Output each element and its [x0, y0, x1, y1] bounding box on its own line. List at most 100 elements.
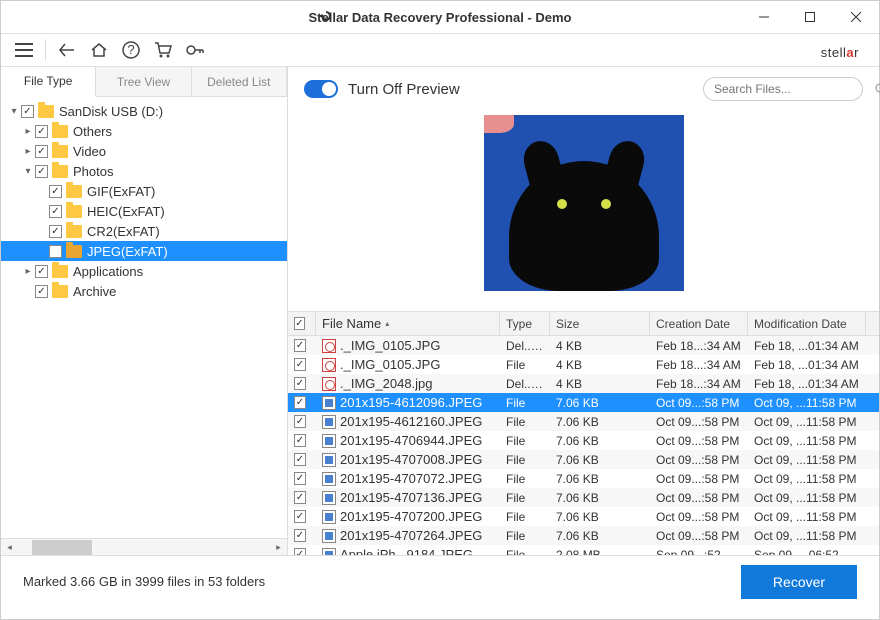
- file-icon: [322, 396, 336, 410]
- row-checkbox[interactable]: ✓: [294, 396, 306, 409]
- col-filename[interactable]: File Name▴: [316, 312, 500, 335]
- chevron-right-icon[interactable]: ▸: [21, 266, 35, 277]
- row-checkbox[interactable]: ✓: [294, 472, 306, 485]
- cell-size: 4 KB: [550, 377, 650, 391]
- cell-modified: Feb 18, ...01:34 AM: [748, 377, 866, 391]
- tree-root[interactable]: ▾✓ SanDisk USB (D:): [1, 101, 287, 121]
- row-checkbox[interactable]: ✓: [294, 510, 306, 523]
- cell-size: 7.06 KB: [550, 510, 650, 524]
- table-row[interactable]: ✓201x195-4706944.JPEGFile7.06 KBOct 09..…: [288, 431, 879, 450]
- cell-type: File: [500, 510, 550, 524]
- tab-deleted-list[interactable]: Deleted List: [192, 67, 287, 96]
- tree-item-jpeg[interactable]: ✓JPEG(ExFAT): [1, 241, 287, 261]
- row-checkbox[interactable]: ✓: [294, 529, 306, 542]
- checkbox[interactable]: ✓: [49, 205, 62, 218]
- menu-button[interactable]: [9, 35, 39, 65]
- chevron-right-icon[interactable]: ▸: [21, 126, 35, 137]
- chevron-down-icon[interactable]: ▾: [21, 166, 35, 177]
- row-checkbox[interactable]: ✓: [294, 377, 306, 390]
- table-row[interactable]: ✓201x195-4612096.JPEGFile7.06 KBOct 09..…: [288, 393, 879, 412]
- checkbox[interactable]: ✓: [49, 225, 62, 238]
- preview-toggle[interactable]: [304, 80, 338, 98]
- file-icon: [322, 377, 336, 391]
- cell-modified: Oct 09, ...11:58 PM: [748, 434, 866, 448]
- row-checkbox[interactable]: ✓: [294, 491, 306, 504]
- select-all-checkbox[interactable]: ✓: [294, 317, 305, 330]
- cell-type: File: [500, 472, 550, 486]
- row-checkbox[interactable]: ✓: [294, 358, 306, 371]
- tree-item-gif[interactable]: ✓GIF(ExFAT): [1, 181, 287, 201]
- table-row[interactable]: ✓201x195-4707008.JPEGFile7.06 KBOct 09..…: [288, 450, 879, 469]
- chevron-right-icon[interactable]: ▸: [21, 146, 35, 157]
- cell-filename: 201x195-4706944.JPEG: [340, 433, 482, 448]
- back-button[interactable]: [52, 35, 82, 65]
- cell-type: File: [500, 548, 550, 556]
- col-size[interactable]: Size: [550, 312, 650, 335]
- recover-button[interactable]: Recover: [741, 565, 857, 599]
- file-grid[interactable]: ✓ File Name▴ Type Size Creation Date Mod…: [288, 311, 879, 555]
- checkbox[interactable]: ✓: [35, 145, 48, 158]
- cell-modified: Oct 09, ...11:58 PM: [748, 529, 866, 543]
- table-row[interactable]: ✓Apple iPh...9184.JPEGFile2.08 MBSep 09.…: [288, 545, 879, 555]
- cell-filename: 201x195-4707264.JPEG: [340, 528, 482, 543]
- col-type[interactable]: Type: [500, 312, 550, 335]
- checkbox[interactable]: ✓: [21, 105, 34, 118]
- tree-label: SanDisk USB (D:): [59, 104, 163, 119]
- table-row[interactable]: ✓._IMG_0105.JPGFile4 KBFeb 18...:34 AMFe…: [288, 355, 879, 374]
- search-icon[interactable]: [875, 83, 880, 96]
- checkbox[interactable]: ✓: [35, 165, 48, 178]
- checkbox[interactable]: ✓: [49, 185, 62, 198]
- cell-type: Del...ile: [500, 377, 550, 391]
- checkbox[interactable]: ✓: [35, 285, 48, 298]
- left-pane: File Type Tree View Deleted List ▾✓SanDi…: [1, 67, 288, 555]
- row-checkbox[interactable]: ✓: [294, 415, 306, 428]
- search-box[interactable]: [703, 77, 863, 101]
- cart-button[interactable]: [148, 35, 178, 65]
- table-row[interactable]: ✓201x195-4612160.JPEGFile7.06 KBOct 09..…: [288, 412, 879, 431]
- key-button[interactable]: [180, 35, 210, 65]
- tab-file-type[interactable]: File Type: [1, 67, 96, 97]
- table-row[interactable]: ✓201x195-4707200.JPEGFile7.06 KBOct 09..…: [288, 507, 879, 526]
- horizontal-scrollbar[interactable]: ◂▸: [1, 538, 287, 555]
- tree-item-photos[interactable]: ▾✓ Photos: [1, 161, 287, 181]
- row-checkbox[interactable]: ✓: [294, 548, 306, 555]
- col-created[interactable]: Creation Date: [650, 312, 748, 335]
- table-row[interactable]: ✓._IMG_0105.JPGDel...ile4 KBFeb 18...:34…: [288, 336, 879, 355]
- file-icon: [322, 548, 336, 555]
- table-row[interactable]: ✓201x195-4707072.JPEGFile7.06 KBOct 09..…: [288, 469, 879, 488]
- tree-item-heic[interactable]: ✓HEIC(ExFAT): [1, 201, 287, 221]
- tree-label: Photos: [73, 164, 113, 179]
- chevron-down-icon[interactable]: ▾: [7, 106, 21, 117]
- cell-filename: ._IMG_2048.jpg: [340, 376, 433, 391]
- cell-size: 4 KB: [550, 358, 650, 372]
- search-input[interactable]: [714, 82, 869, 96]
- checkbox[interactable]: ✓: [35, 265, 48, 278]
- cell-created: Oct 09...:58 PM: [650, 434, 748, 448]
- cell-filename: ._IMG_0105.JPG: [340, 357, 440, 372]
- tab-tree-view[interactable]: Tree View: [96, 67, 191, 96]
- help-button[interactable]: ?: [116, 35, 146, 65]
- checkbox[interactable]: ✓: [35, 125, 48, 138]
- table-row[interactable]: ✓201x195-4707136.JPEGFile7.06 KBOct 09..…: [288, 488, 879, 507]
- tree-item-apps[interactable]: ▸✓Applications: [1, 261, 287, 281]
- minimize-button[interactable]: [741, 1, 787, 33]
- tree-item-cr2[interactable]: ✓CR2(ExFAT): [1, 221, 287, 241]
- file-tree[interactable]: ▾✓SanDisk USB (D:) ▸✓Others ▸✓Video ▾✓Ph…: [1, 97, 287, 538]
- checkbox[interactable]: ✓: [49, 245, 62, 258]
- row-checkbox[interactable]: ✓: [294, 434, 306, 447]
- maximize-button[interactable]: [787, 1, 833, 33]
- row-checkbox[interactable]: ✓: [294, 339, 306, 352]
- home-button[interactable]: [84, 35, 114, 65]
- table-row[interactable]: ✓201x195-4707264.JPEGFile7.06 KBOct 09..…: [288, 526, 879, 545]
- preview-image: [288, 111, 879, 311]
- row-checkbox[interactable]: ✓: [294, 453, 306, 466]
- file-icon: [322, 529, 336, 543]
- cell-type: File: [500, 358, 550, 372]
- table-row[interactable]: ✓._IMG_2048.jpgDel...ile4 KBFeb 18...:34…: [288, 374, 879, 393]
- preview-toggle-label: Turn Off Preview: [348, 81, 460, 98]
- tree-item-archive[interactable]: ✓Archive: [1, 281, 287, 301]
- close-button[interactable]: [833, 1, 879, 33]
- col-modified[interactable]: Modification Date: [748, 312, 866, 335]
- tree-item-video[interactable]: ▸✓Video: [1, 141, 287, 161]
- tree-item-others[interactable]: ▸✓Others: [1, 121, 287, 141]
